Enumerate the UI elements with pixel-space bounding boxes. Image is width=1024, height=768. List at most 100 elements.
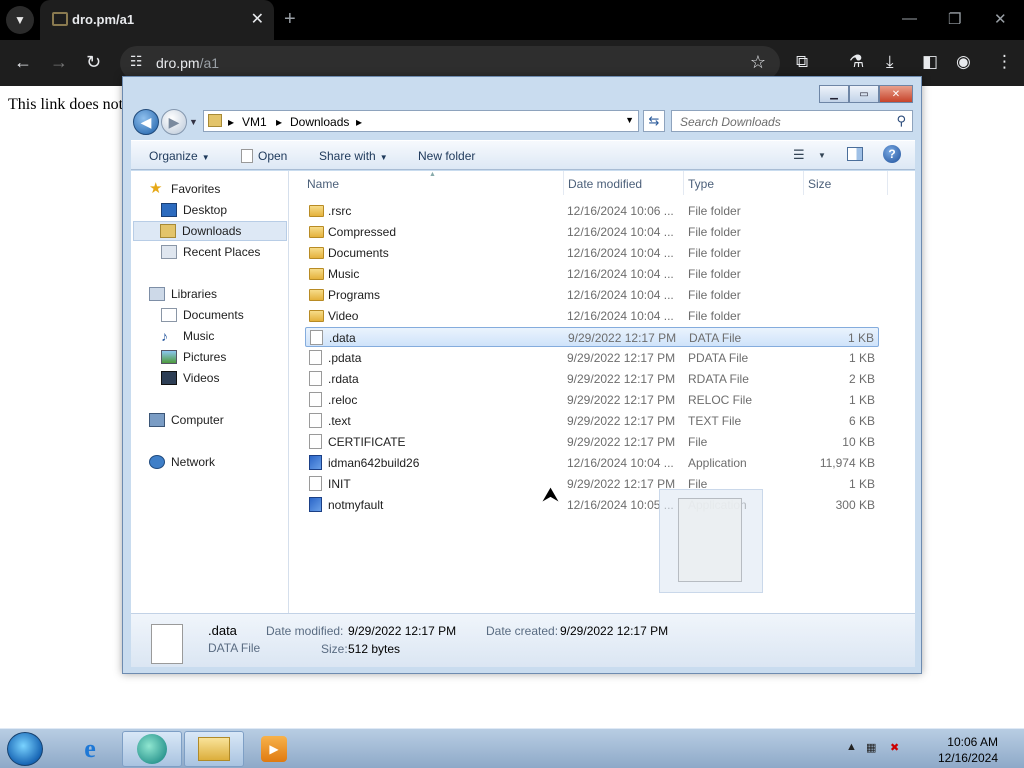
help-icon[interactable]: ? [883, 145, 901, 163]
close-button[interactable]: ✕ [879, 85, 913, 103]
refresh-button[interactable]: ⇆ [643, 110, 665, 132]
nav-documents[interactable]: Documents [161, 305, 244, 325]
close-tab-icon[interactable]: ✕ [251, 9, 264, 29]
new-folder-button[interactable]: New folder [418, 149, 475, 163]
change-view-icon[interactable]: ☰ [793, 147, 805, 163]
column-header-name[interactable]: Name [307, 177, 339, 191]
nav-pictures[interactable]: Pictures [161, 347, 226, 367]
file-row[interactable]: .reloc 9/29/2022 12:17 PM RELOC File 1 KB [305, 390, 879, 410]
extensions-icon[interactable]: ⧉ [796, 52, 808, 72]
search-input[interactable]: Search Downloads ⚲ [671, 110, 913, 132]
column-header-size[interactable]: Size [808, 177, 831, 191]
nav-desktop[interactable]: Desktop [161, 200, 227, 220]
close-window-icon[interactable]: ✕ [994, 10, 1007, 28]
system-clock[interactable]: 10:06 AM 12/16/2024 [938, 734, 998, 766]
file-row[interactable]: .text 9/29/2022 12:17 PM TEXT File 6 KB [305, 411, 879, 431]
file-row[interactable]: .data 9/29/2022 12:17 PM DATA File 1 KB [305, 327, 879, 347]
file-row[interactable]: Programs 12/16/2024 10:04 ... File folder [305, 285, 879, 305]
organize-button[interactable]: Organize ▼ [149, 149, 210, 163]
file-date: 12/16/2024 10:04 ... [567, 456, 674, 470]
menu-kebab-icon[interactable]: ⋮ [996, 52, 1013, 72]
file-icon [310, 330, 323, 345]
file-row[interactable]: Music 12/16/2024 10:04 ... File folder [305, 264, 879, 284]
minimize-icon[interactable]: — [902, 10, 917, 27]
nav-downloads[interactable]: Downloads [133, 221, 287, 241]
nav-libraries[interactable]: Libraries [149, 284, 217, 304]
back-button[interactable]: ◀ [133, 109, 159, 135]
nav-recent-places[interactable]: Recent Places [161, 242, 260, 262]
volume-muted-icon[interactable]: ✖ [890, 741, 899, 754]
taskbar: e ▶ ▲ ▦ ✖ 10:06 AM 12/16/2024 [0, 728, 1024, 768]
maximize-button[interactable]: ▭ [849, 85, 879, 103]
details-size-value: 512 bytes [348, 642, 401, 656]
tab-search-button[interactable]: ▼ [6, 6, 34, 34]
file-type: RDATA File [688, 372, 749, 386]
nav-computer[interactable]: Computer [149, 410, 224, 430]
file-row[interactable]: .pdata 9/29/2022 12:17 PM PDATA File 1 KB [305, 348, 879, 368]
file-row[interactable]: Documents 12/16/2024 10:04 ... File folder [305, 243, 879, 263]
folder-icon [309, 268, 324, 280]
open-button[interactable]: Open [241, 149, 287, 163]
preview-pane-icon[interactable] [847, 147, 863, 161]
file-name: Programs [328, 288, 381, 302]
address-history-dropdown-icon[interactable]: ▼ [625, 115, 634, 125]
start-button[interactable] [7, 732, 43, 766]
side-panel-icon[interactable]: ◧ [922, 52, 938, 72]
reload-icon[interactable]: ↻ [86, 52, 101, 73]
file-row[interactable]: INIT 9/29/2022 12:17 PM File 1 KB [305, 474, 879, 494]
file-list: ▲ Name Date modified Type Size .rsrc 12/1… [289, 171, 915, 613]
open-file-icon [241, 149, 253, 163]
folder-location-icon [208, 114, 222, 127]
bookmark-star-icon[interactable]: ☆ [750, 52, 766, 73]
explorer-app-button[interactable] [184, 731, 244, 767]
breadcrumb-separator[interactable]: ▸ [228, 115, 234, 129]
file-size: 2 KB [848, 372, 875, 386]
chrome-app-button[interactable] [122, 731, 182, 767]
view-options-dropdown-icon[interactable]: ▼ [818, 151, 826, 160]
new-tab-icon[interactable]: + [284, 8, 296, 31]
forward-button[interactable]: ▶ [161, 109, 187, 135]
column-header-date[interactable]: Date modified [568, 177, 642, 191]
show-hidden-icons-icon[interactable]: ▲ [846, 741, 857, 753]
column-separator [683, 171, 684, 195]
browser-tab[interactable]: dro.pm/a1 ✕ [40, 0, 274, 40]
internet-explorer-button[interactable]: e [60, 731, 120, 767]
file-row[interactable]: idman642build26 12/16/2024 10:04 ... Appli… [305, 453, 879, 473]
search-icon[interactable]: ⚲ [896, 113, 906, 129]
breadcrumb-vm1[interactable]: VM1 [242, 115, 267, 129]
breadcrumb-separator[interactable]: ▸ [356, 115, 362, 129]
profile-avatar-icon[interactable]: ◉ [956, 52, 971, 72]
internet-explorer-icon: e [84, 734, 96, 763]
nav-music[interactable]: ♪ Music [161, 326, 214, 346]
recent-pages-dropdown-icon[interactable]: ▼ [189, 117, 198, 127]
site-settings-icon[interactable]: ☷ [130, 53, 143, 70]
file-row[interactable]: .rdata 9/29/2022 12:17 PM RDATA File 2 KB [305, 369, 879, 389]
media-player-button[interactable]: ▶ [244, 731, 304, 767]
file-row[interactable]: CERTIFICATE 9/29/2022 12:17 PM File 10 KB [305, 432, 879, 452]
column-header-type[interactable]: Type [688, 177, 714, 191]
restore-icon[interactable]: ❐ [948, 10, 961, 28]
file-row[interactable]: Compressed 12/16/2024 10:04 ... File folde… [305, 222, 879, 242]
nav-videos[interactable]: Videos [161, 368, 219, 388]
forward-icon[interactable]: → [50, 52, 68, 73]
details-modified-value: 9/29/2022 12:17 PM [348, 624, 457, 638]
file-size: 1 KB [848, 351, 875, 365]
file-thumbnail-icon [151, 624, 183, 664]
network-tray-icon[interactable]: ▦ [866, 741, 876, 754]
breadcrumb-separator[interactable]: ▸ [276, 115, 282, 129]
file-row[interactable]: notmyfault12/16/2024 10:05 ...Applicatio… [305, 495, 879, 515]
minimize-button[interactable]: ▁ [819, 85, 849, 103]
labs-flask-icon[interactable]: ⚗ [849, 52, 864, 72]
explorer-address-bar[interactable]: ▸ VM1 ▸ Downloads ▸ ▼ [203, 110, 639, 132]
share-with-button[interactable]: Share with ▼ [319, 149, 388, 163]
breadcrumb-downloads[interactable]: Downloads [290, 115, 349, 129]
back-icon[interactable]: ← [14, 52, 32, 73]
column-separator [887, 171, 888, 195]
nav-favorites[interactable]: ★ Favorites [149, 179, 220, 199]
computer-icon [149, 413, 165, 427]
download-icon[interactable]: ⤓ [886, 52, 894, 72]
file-row[interactable]: Video 12/16/2024 10:04 ... File folder [305, 306, 879, 326]
address-bar[interactable]: ☷ dro.pm/a1 ☆ [120, 46, 780, 80]
nav-network[interactable]: Network [149, 452, 215, 472]
file-row[interactable]: .rsrc 12/16/2024 10:06 ... File folder [305, 201, 879, 221]
